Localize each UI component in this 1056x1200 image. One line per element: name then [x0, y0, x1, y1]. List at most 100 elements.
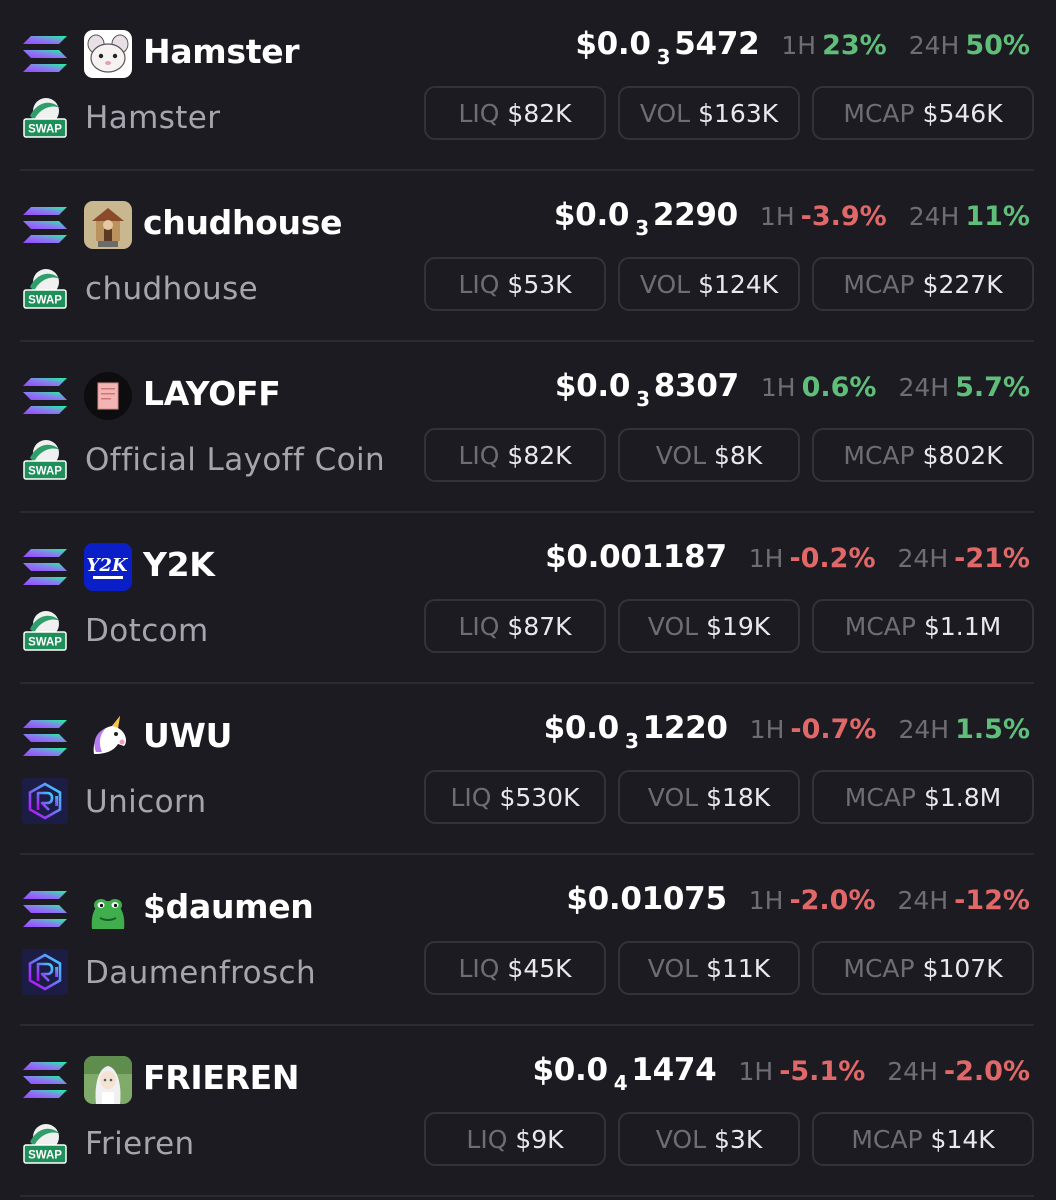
- market-cap-label: MCAP: [843, 440, 915, 470]
- change-24h-value: -12%: [954, 885, 1030, 916]
- volume-stat: VOL $11K: [618, 941, 800, 995]
- token-row-5[interactable]: $daumen Daumenfrosch $0.01075 1H -2.0% 2…: [0, 855, 1056, 1026]
- liquidity-stat: LIQ $530K: [424, 770, 606, 824]
- market-cap-stat: MCAP $227K: [812, 257, 1034, 311]
- liquidity-label: LIQ: [458, 953, 500, 983]
- market-cap-stat: MCAP $802K: [812, 428, 1034, 482]
- change-1h-label: 1H: [748, 544, 784, 573]
- market-cap-value: $14K: [930, 1124, 995, 1154]
- price-line: $0.0 3 8307 1H 0.6% 24H 5.7%: [555, 368, 1030, 418]
- svg-text:SWAP: SWAP: [28, 295, 62, 307]
- volume-value: $3K: [714, 1124, 763, 1154]
- volume-label: VOL: [655, 1124, 707, 1154]
- token-symbol: chudhouse: [143, 203, 343, 242]
- token-full-name: Hamster: [85, 100, 221, 136]
- market-cap-label: MCAP: [843, 269, 915, 299]
- unicorn-avatar-icon: [84, 714, 132, 762]
- token-price: $0.0 3 1220: [543, 710, 728, 753]
- liquidity-value: $9K: [515, 1124, 564, 1154]
- token-full-name: chudhouse: [85, 271, 259, 307]
- token-row-4[interactable]: UWU Unicorn $0.0 3 1220 1H -0.7% 24H 1.5% …: [0, 684, 1056, 855]
- price-line: $0.001187 1H -0.2% 24H -21%: [545, 539, 1030, 589]
- price-line: $0.01075 1H -2.0% 24H -12%: [566, 881, 1030, 931]
- change-24h-label: 24H: [898, 373, 950, 402]
- change-24h-label: 24H: [887, 1057, 938, 1086]
- change-1h-value: -0.2%: [789, 543, 876, 574]
- volume-stat: VOL $8K: [618, 428, 800, 482]
- token-row-1[interactable]: chudhouse SWAP chudhouse $0.0 3 2290 1H -3…: [0, 171, 1056, 342]
- liquidity-label: LIQ: [458, 440, 500, 470]
- token-symbol: Y2K: [143, 545, 215, 584]
- change-1h-label: 1H: [759, 202, 795, 231]
- solana-chain-icon: [23, 549, 67, 585]
- token-row-0[interactable]: Hamster SWAP Hamster $0.0 3 5472 1H 23% 24…: [0, 0, 1056, 171]
- liquidity-label: LIQ: [466, 1124, 508, 1154]
- price-line: $0.0 3 2290 1H -3.9% 24H 11%: [554, 197, 1030, 247]
- change-1h-label: 1H: [760, 373, 796, 402]
- svg-text:SWAP: SWAP: [28, 637, 62, 649]
- volume-value: $163K: [698, 98, 779, 128]
- y2k-avatar-icon: Y2K: [84, 543, 132, 591]
- liquidity-stat: LIQ $45K: [424, 941, 606, 995]
- market-cap-label: MCAP: [844, 782, 916, 812]
- price-zero-count: 3: [624, 729, 639, 753]
- token-full-name: Frieren: [85, 1126, 195, 1162]
- change-24h-value: 1.5%: [955, 714, 1030, 745]
- volume-stat: VOL $163K: [618, 86, 800, 140]
- liquidity-label: LIQ: [458, 269, 500, 299]
- change-1h-value: -0.7%: [790, 714, 877, 745]
- swap-dex-icon: SWAP: [22, 436, 68, 482]
- volume-value: $19K: [706, 611, 771, 641]
- swap-dex-icon: SWAP: [22, 94, 68, 140]
- frieren-avatar-icon: [84, 1056, 132, 1104]
- row-divider: [20, 1195, 1034, 1197]
- volume-label: VOL: [647, 611, 699, 641]
- swap-dex-icon: SWAP: [22, 265, 68, 311]
- change-24h-value: 11%: [965, 201, 1030, 232]
- market-cap-label: MCAP: [844, 611, 916, 641]
- token-full-name: Official Layoff Coin: [85, 442, 386, 478]
- svg-text:SWAP: SWAP: [28, 124, 62, 136]
- volume-label: VOL: [647, 782, 699, 812]
- liquidity-stat: LIQ $82K: [424, 428, 606, 482]
- liquidity-value: $82K: [507, 98, 572, 128]
- token-row-6[interactable]: FRIEREN SWAP Frieren $0.0 4 1474 1H -5.1% …: [0, 1026, 1056, 1197]
- liquidity-label: LIQ: [450, 782, 492, 812]
- market-cap-label: MCAP: [851, 1124, 923, 1154]
- swap-dex-icon: SWAP: [22, 607, 68, 653]
- hamster-avatar-icon: [84, 30, 132, 78]
- change-24h-label: 24H: [897, 886, 949, 915]
- svg-text:Y2K: Y2K: [86, 555, 128, 576]
- liquidity-stat: LIQ $87K: [424, 599, 606, 653]
- change-1h-value: 0.6%: [801, 372, 877, 403]
- volume-label: VOL: [647, 953, 699, 983]
- token-price: $0.0 3 2290: [553, 197, 738, 240]
- liquidity-value: $87K: [507, 611, 572, 641]
- liquidity-label: LIQ: [458, 98, 500, 128]
- token-symbol: Hamster: [143, 32, 300, 71]
- token-symbol: LAYOFF: [143, 374, 281, 413]
- volume-value: $11K: [706, 953, 771, 983]
- change-1h-label: 1H: [748, 886, 784, 915]
- volume-stat: VOL $124K: [618, 257, 800, 311]
- change-1h-value: -2.0%: [789, 885, 876, 916]
- change-24h-label: 24H: [898, 715, 950, 744]
- token-full-name: Unicorn: [85, 784, 207, 820]
- price-line: $0.0 3 1220 1H -0.7% 24H 1.5%: [544, 710, 1030, 760]
- market-cap-stat: MCAP $14K: [812, 1112, 1034, 1166]
- token-row-2[interactable]: LAYOFF SWAP Official Layoff Coin $0.0 3 83…: [0, 342, 1056, 513]
- svg-text:SWAP: SWAP: [28, 1150, 62, 1162]
- change-1h-label: 1H: [781, 31, 817, 60]
- liquidity-value: $45K: [507, 953, 572, 983]
- market-cap-value: $107K: [922, 953, 1003, 983]
- change-1h-value: -3.9%: [800, 201, 887, 232]
- change-24h-value: -21%: [954, 543, 1030, 574]
- liquidity-value: $53K: [507, 269, 572, 299]
- price-line: $0.0 4 1474 1H -5.1% 24H -2.0%: [532, 1052, 1030, 1102]
- price-line: $0.0 3 5472 1H 23% 24H 50%: [575, 26, 1030, 76]
- solana-chain-icon: [23, 36, 67, 72]
- token-row-3[interactable]: Y2K Y2K SWAP Dotcom $0.001187 1H -0.2% 2…: [0, 513, 1056, 684]
- token-price: $0.001187: [545, 539, 727, 575]
- volume-stat: VOL $3K: [618, 1112, 800, 1166]
- change-24h-label: 24H: [897, 544, 949, 573]
